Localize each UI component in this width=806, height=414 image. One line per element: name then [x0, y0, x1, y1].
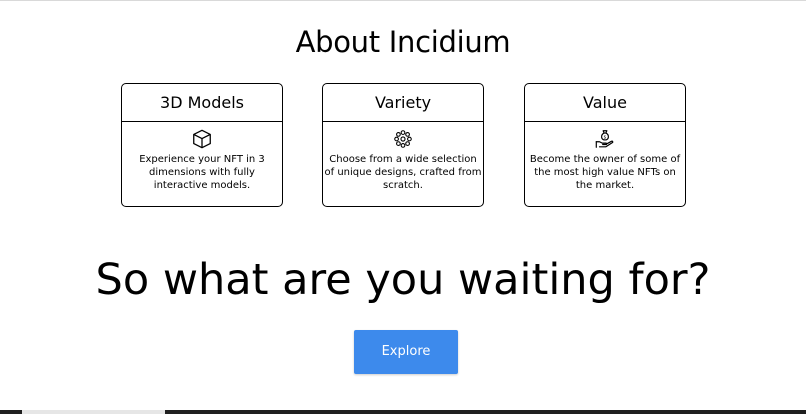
feature-card-title: Variety — [323, 84, 483, 122]
feature-card-variety: Variety Choose from a wide selection of … — [322, 83, 484, 207]
feature-card-title: Value — [525, 84, 685, 122]
bottom-bar-segment — [22, 410, 165, 414]
about-title: About Incidium — [295, 25, 511, 59]
feature-card-3d-models: 3D Models Experience your NFT in 3 dimen… — [121, 83, 283, 207]
feature-card-description: Choose from a wide selection of unique d… — [324, 154, 482, 191]
cta-heading: So what are you waiting for? — [95, 255, 711, 305]
feature-card-title: 3D Models — [122, 84, 282, 122]
feature-card-description: Become the owner of some of the most hig… — [529, 154, 681, 191]
money-bag-hand-icon: $ — [525, 124, 685, 154]
feature-card-value: Value $ Become the owner of some of the … — [524, 83, 686, 207]
top-divider — [0, 0, 806, 1]
explore-button[interactable]: Explore — [354, 330, 458, 374]
flower-pattern-icon — [323, 124, 483, 154]
svg-text:$: $ — [604, 134, 607, 140]
feature-card-description: Experience your NFT in 3 dimensions with… — [139, 154, 265, 191]
page: About Incidium 3D Models Experience your… — [0, 0, 806, 414]
cube-icon — [122, 124, 282, 154]
